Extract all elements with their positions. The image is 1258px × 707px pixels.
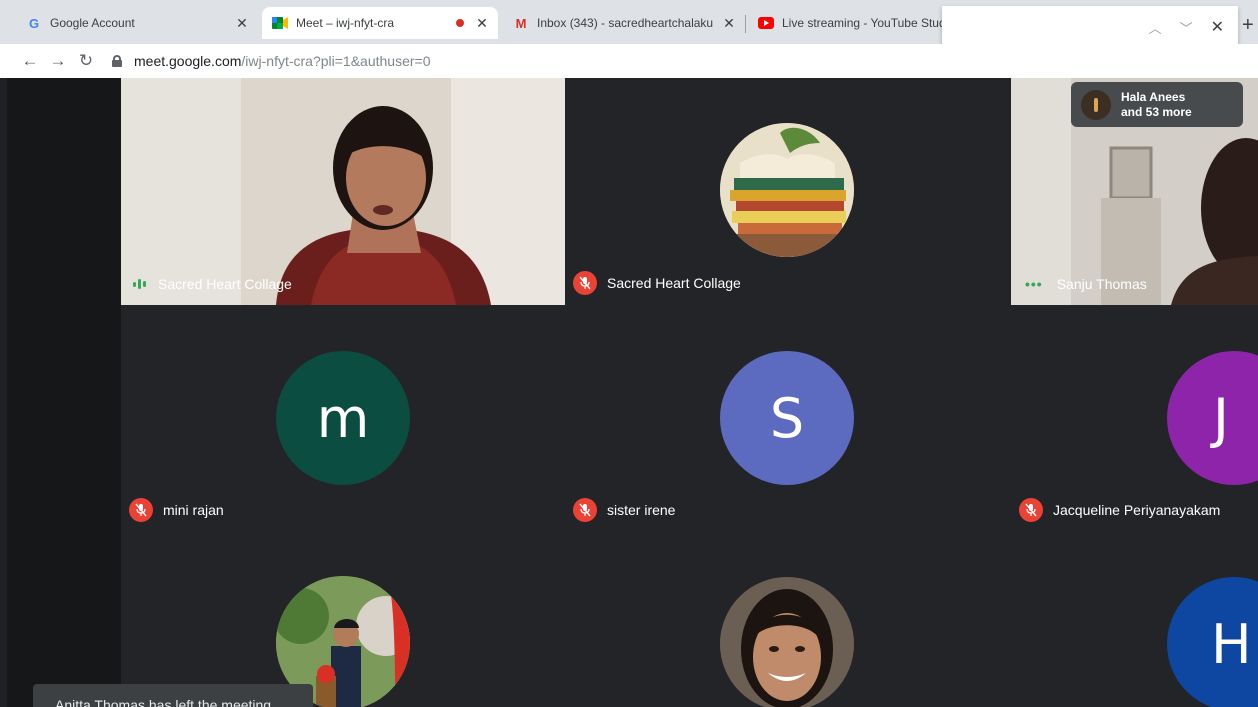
gmail-icon: M [515, 15, 527, 31]
mic-off-icon [573, 271, 597, 295]
participant-name-row: Sacred Heart Collage [573, 271, 741, 295]
avatar-initial: H [1211, 612, 1252, 676]
address-bar[interactable]: meet.google.com/iwj-nfyt-cra?pli=1&authu… [112, 53, 431, 69]
participant-tile[interactable] [121, 531, 565, 707]
speaking-indicator-icon [133, 279, 146, 289]
more-options-icon[interactable]: ••• [1025, 276, 1043, 292]
close-icon[interactable]: ✕ [1211, 17, 1224, 37]
participant-video [121, 78, 565, 305]
participant-tile[interactable]: Sacred Heart Collage [565, 78, 1011, 305]
recording-indicator-icon [456, 19, 464, 27]
tab-title: Inbox (343) - sacredheartchalaku [537, 16, 714, 30]
participant-tile[interactable]: m mini rajan [121, 305, 565, 531]
chevron-down-icon[interactable]: ﹀ [1180, 18, 1193, 37]
notification-toast: Anitta Thomas has left the meeting [33, 684, 313, 707]
avatar-initial: m [316, 386, 370, 450]
participant-tile[interactable]: Sacred Heart Collage [121, 78, 565, 305]
participant-name: Sacred Heart Collage [607, 275, 741, 291]
lock-icon [112, 55, 122, 67]
overflow-name: Hala Anees [1121, 89, 1186, 104]
avatar [720, 123, 854, 257]
left-panel [7, 78, 121, 707]
tab-google-account[interactable]: G Google Account ✕ [16, 7, 258, 39]
avatar: J [1167, 351, 1258, 485]
close-tab-icon[interactable]: ✕ [474, 15, 490, 31]
participant-name-row: Sacred Heart Collage [133, 276, 292, 292]
overflow-count: and 53 more [1121, 104, 1192, 119]
tab-title: Google Account [50, 16, 135, 30]
mic-off-icon [129, 498, 153, 522]
participant-tile[interactable]: Hala Anees and 53 more ••• Sanju Thomas [1011, 78, 1258, 305]
participant-name-row: sister irene [573, 498, 675, 522]
tab-meet[interactable]: Meet – iwj-nfyt-cra ✕ [262, 7, 498, 39]
avatar [720, 577, 854, 707]
participant-name-row: ••• Sanju Thomas [1025, 276, 1147, 292]
tab-title: Live streaming - YouTube Stud [782, 16, 942, 30]
tab-gmail-inbox[interactable]: M Inbox (343) - sacredheartchalaku ✕ [505, 7, 743, 39]
participant-name: mini rajan [163, 502, 224, 518]
participant-tile[interactable]: H [1011, 531, 1258, 707]
tab-youtube-studio[interactable]: Live streaming - YouTube Stud [752, 7, 942, 39]
chevron-up-icon[interactable]: ︿ [1149, 18, 1162, 37]
back-arrow-icon[interactable]: ← [16, 47, 44, 75]
books-picture [720, 123, 854, 257]
participant-tile[interactable] [565, 531, 1011, 707]
participant-tile[interactable]: S sister irene [565, 305, 1011, 531]
reload-icon[interactable]: ↻ [72, 47, 100, 75]
avatar-initial: S [769, 386, 805, 450]
new-tab-icon[interactable]: + [1242, 14, 1254, 37]
profile-photo [720, 577, 854, 707]
url-host: meet.google.com [134, 53, 242, 69]
meet-stage: Sacred Heart Collage Sacred Heart Collag… [0, 78, 1258, 707]
tab-strip: G Google Account ✕ Meet – iwj-nfyt-cra ✕… [0, 0, 1258, 48]
participant-name: Jacqueline Periyanayakam [1053, 502, 1221, 518]
participant-name: Sacred Heart Collage [158, 276, 292, 292]
url-path: /iwj-nfyt-cra?pli=1&authuser=0 [241, 53, 431, 69]
avatar [1081, 89, 1111, 120]
more-participants-label: Hala Anees and 53 more [1121, 90, 1192, 120]
tab-separator [745, 15, 746, 33]
browser-toolbar: ← → ↻ meet.google.com/iwj-nfyt-cra?pli=1… [0, 44, 1258, 78]
tab-title: Meet – iwj-nfyt-cra [296, 16, 395, 30]
forward-arrow-icon[interactable]: → [44, 47, 72, 75]
participant-tile[interactable]: J Jacqueline Periyanayakam [1011, 305, 1258, 531]
more-participants-chip[interactable]: Hala Anees and 53 more [1071, 82, 1243, 127]
google-g-icon: G [28, 15, 40, 31]
avatar: m [276, 351, 410, 485]
close-tab-icon[interactable]: ✕ [234, 15, 250, 31]
participant-name-row: mini rajan [129, 498, 224, 522]
mic-off-icon [1019, 498, 1043, 522]
avatar: H [1167, 577, 1258, 707]
find-bar: ︿ ﹀ ✕ [942, 6, 1238, 48]
mic-off-icon [573, 498, 597, 522]
participant-name: sister irene [607, 502, 676, 518]
avatar: S [720, 351, 854, 485]
youtube-icon [758, 15, 774, 31]
toast-message: Anitta Thomas has left the meeting [55, 697, 272, 707]
avatar-initial: J [1213, 386, 1229, 450]
close-tab-icon[interactable]: ✕ [721, 15, 737, 31]
participant-name: Sanju Thomas [1056, 276, 1147, 292]
participant-name-row: Jacqueline Periyanayakam [1019, 498, 1220, 522]
meet-icon [272, 15, 288, 31]
